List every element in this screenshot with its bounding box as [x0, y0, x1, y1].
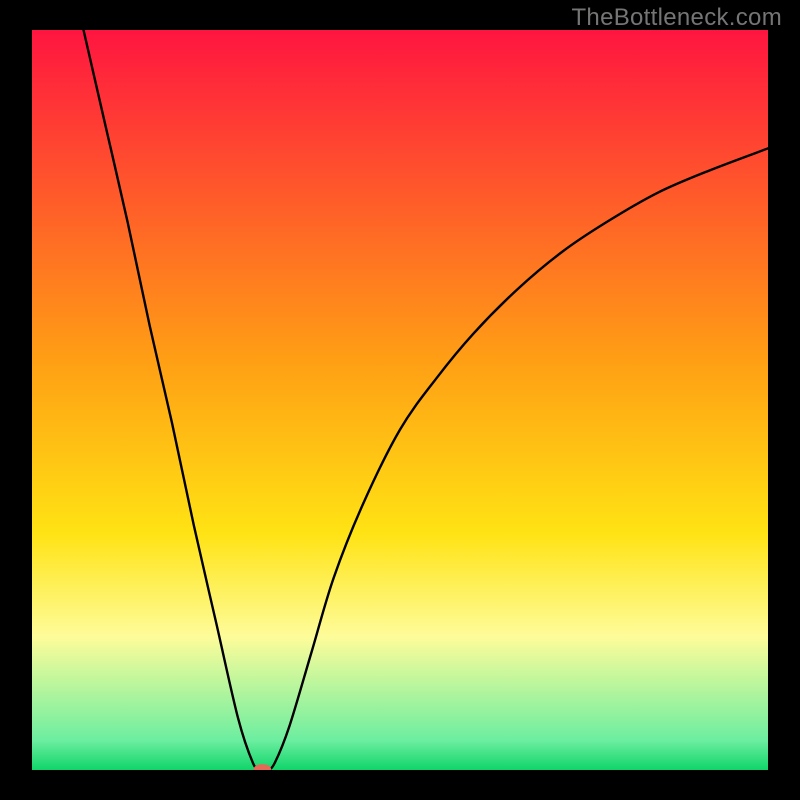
- chart-background: [32, 30, 768, 770]
- chart-frame: TheBottleneck.com: [0, 0, 800, 800]
- plot-area: [32, 30, 768, 770]
- watermark-text: TheBottleneck.com: [571, 4, 782, 32]
- chart-svg: [32, 30, 768, 770]
